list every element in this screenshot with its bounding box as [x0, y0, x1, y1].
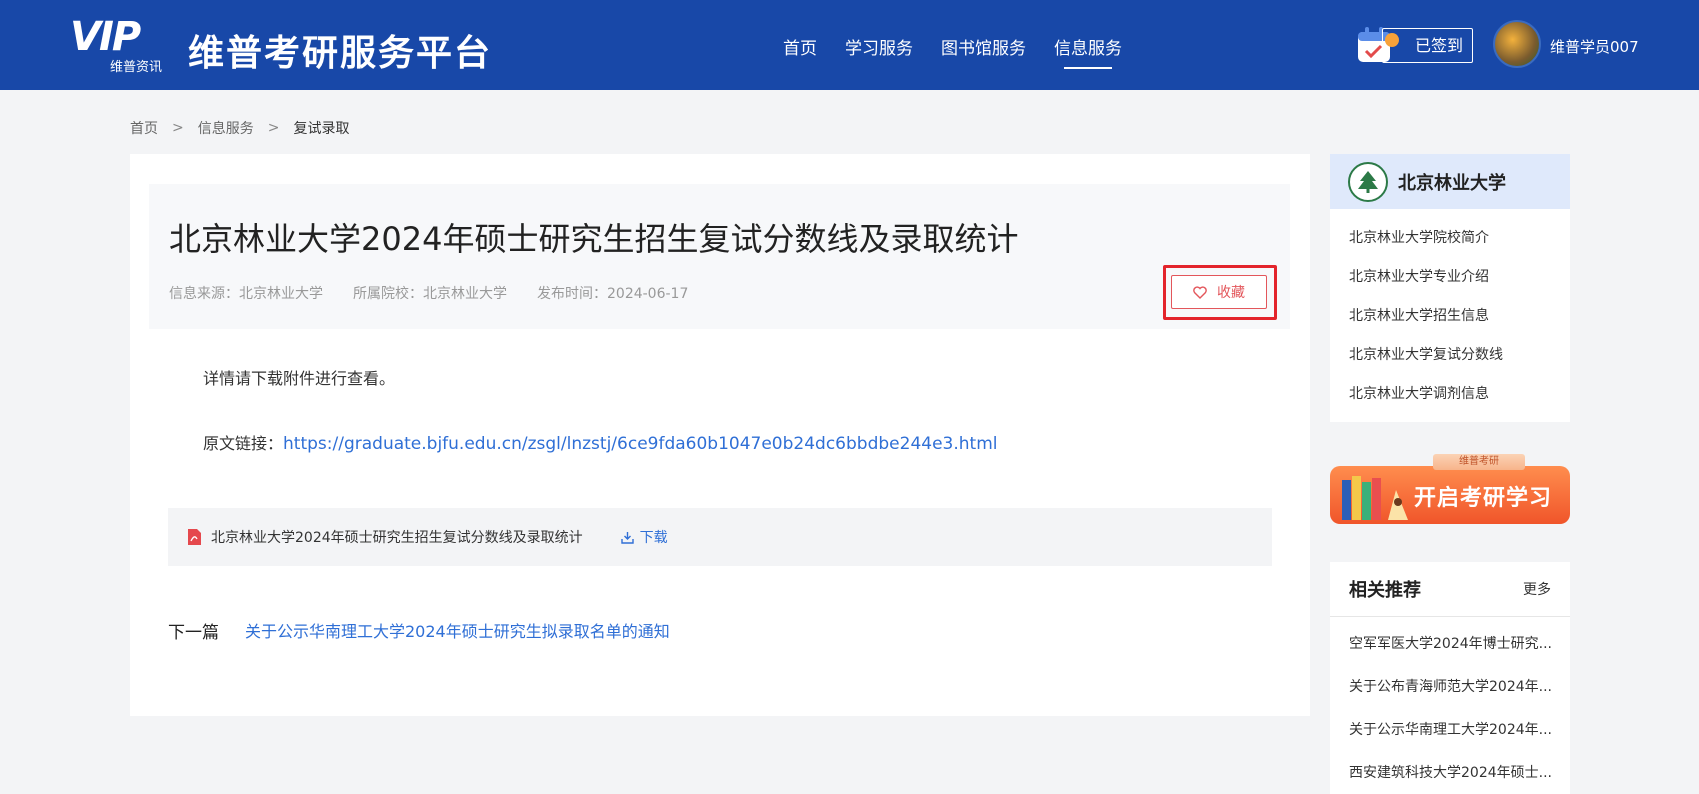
start-study-banner[interactable]: 开启考研学习 维普考研 — [1330, 450, 1570, 526]
nav-study[interactable]: 学习服务 — [845, 34, 913, 59]
favorite-label: 收藏 — [1217, 285, 1245, 301]
attachment-name[interactable]: 北京林业大学2024年硕士研究生招生复试分数线及录取统计 — [211, 527, 583, 547]
banner-body: 开启考研学习 — [1330, 466, 1570, 524]
university-links: 北京林业大学院校简介 北京林业大学专业介绍 北京林业大学招生信息 北京林业大学复… — [1330, 209, 1570, 414]
article-card: 北京林业大学2024年硕士研究生招生复试分数线及录取统计 信息来源：北京林业大学… — [130, 154, 1310, 716]
site-title: 维普考研服务平台 — [188, 33, 493, 74]
more-link[interactable]: 更多 — [1523, 579, 1551, 599]
meta-source: 信息来源：北京林业大学 — [169, 286, 323, 302]
recommendations-list: 空军军医大学2024年博士研究... 关于公布青海师范大学2024年... 关于… — [1330, 617, 1570, 794]
recommendations-card: 相关推荐 更多 空军军医大学2024年博士研究... 关于公布青海师范大学202… — [1330, 562, 1570, 794]
books-icon — [1342, 476, 1408, 520]
nav-info[interactable]: 信息服务 — [1054, 34, 1122, 69]
breadcrumb-current: 复试录取 — [293, 121, 350, 137]
banner-tag: 维普考研 — [1433, 454, 1525, 470]
university-link[interactable]: 北京林业大学调剂信息 — [1349, 375, 1570, 414]
recommendations-header: 相关推荐 更多 — [1330, 562, 1570, 617]
heart-icon — [1193, 285, 1207, 299]
breadcrumb-info[interactable]: 信息服务 — [198, 118, 254, 138]
next-article: 下一篇 关于公示华南理工大学2024年硕士研究生拟录取名单的通知 — [168, 618, 670, 643]
next-label: 下一篇 — [168, 623, 219, 643]
article-header: 北京林业大学2024年硕士研究生招生复试分数线及录取统计 信息来源：北京林业大学… — [149, 184, 1290, 329]
recommendation-item[interactable]: 关于公示华南理工大学2024年... — [1349, 709, 1570, 752]
article-meta: 信息来源：北京林业大学 所属院校：北京林业大学 发布时间：2024-06-17 — [169, 283, 718, 303]
university-link[interactable]: 北京林业大学招生信息 — [1349, 297, 1570, 336]
nav-library[interactable]: 图书馆服务 — [941, 34, 1026, 59]
source-link[interactable]: https://graduate.bjfu.edu.cn/zsgl/lnzstj… — [283, 434, 997, 454]
university-link[interactable]: 北京林业大学专业介绍 — [1349, 258, 1570, 297]
university-logo-icon — [1348, 161, 1388, 202]
recommendation-item[interactable]: 西安建筑科技大学2024年硕士... — [1349, 752, 1570, 794]
university-header: 北京林业大学 — [1330, 154, 1570, 209]
breadcrumb-separator: > — [172, 120, 184, 136]
university-name: 北京林业大学 — [1398, 172, 1506, 194]
university-card: 北京林业大学 北京林业大学院校简介 北京林业大学专业介绍 北京林业大学招生信息 … — [1330, 154, 1570, 422]
article-title: 北京林业大学2024年硕士研究生招生复试分数线及录取统计 — [169, 220, 1019, 258]
article-body: 详情请下载附件进行查看。 — [203, 369, 396, 388]
logo-mark: VIP — [70, 14, 141, 60]
university-link[interactable]: 北京林业大学院校简介 — [1349, 219, 1570, 258]
nav-home[interactable]: 首页 — [783, 34, 817, 59]
recommendations-title: 相关推荐 — [1349, 580, 1421, 601]
recommendation-item[interactable]: 空军军医大学2024年博士研究... — [1349, 623, 1570, 666]
source-link-row: 原文链接：https://graduate.bjfu.edu.cn/zsgl/l… — [203, 430, 997, 454]
download-button[interactable]: 下载 — [620, 527, 668, 547]
favorite-button[interactable]: 收藏 — [1171, 275, 1267, 309]
vip-logo[interactable]: VIP 维普资讯 — [70, 14, 172, 75]
source-link-label: 原文链接： — [203, 434, 284, 453]
university-link[interactable]: 北京林业大学复试分数线 — [1349, 336, 1570, 375]
breadcrumb: 首页 > 信息服务 > 复试录取 — [130, 118, 349, 138]
attachment-row: 北京林业大学2024年硕士研究生招生复试分数线及录取统计 下载 — [168, 508, 1272, 566]
meta-school: 所属院校：北京林业大学 — [353, 286, 507, 302]
banner-text: 开启考研学习 — [1414, 486, 1553, 511]
meta-date: 发布时间：2024-06-17 — [537, 286, 689, 302]
user-avatar[interactable] — [1493, 20, 1541, 68]
main-nav: 首页 学习服务 图书馆服务 信息服务 — [783, 34, 1150, 69]
logo-subtitle: 维普资讯 — [110, 60, 163, 75]
next-article-link[interactable]: 关于公示华南理工大学2024年硕士研究生拟录取名单的通知 — [245, 618, 670, 643]
signin-button[interactable]: 已签到 — [1382, 28, 1473, 63]
username[interactable]: 维普学员007 — [1550, 36, 1639, 57]
top-header: VIP 维普资讯 维普考研服务平台 首页 学习服务 图书馆服务 信息服务 已签到… — [0, 0, 1699, 90]
breadcrumb-separator: > — [267, 120, 280, 136]
breadcrumb-home[interactable]: 首页 — [130, 118, 158, 138]
recommendation-item[interactable]: 关于公布青海师范大学2024年... — [1349, 666, 1570, 709]
download-icon — [620, 531, 634, 544]
pdf-file-icon — [188, 529, 201, 545]
download-label: 下载 — [639, 530, 668, 546]
